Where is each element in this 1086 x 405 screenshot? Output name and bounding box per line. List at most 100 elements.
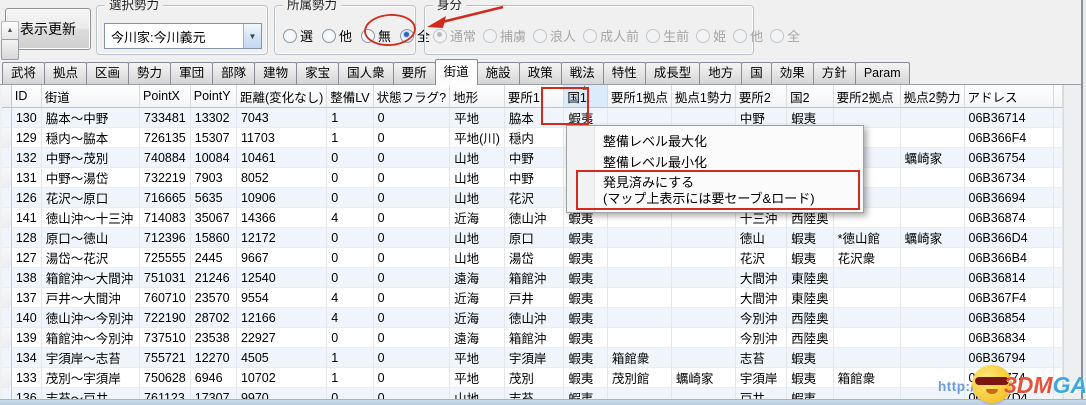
cell[interactable]: 湯岱〜花沢 <box>42 248 140 268</box>
row-header-cell[interactable] <box>2 148 12 168</box>
tab-item[interactable]: 方針 <box>813 62 856 84</box>
table-row[interactable]: 137戸井〜大間沖76071023570955440近海戸井蝦夷大間沖東陸奥06… <box>2 288 1063 308</box>
cell[interactable] <box>672 248 736 268</box>
cell[interactable]: 131 <box>12 168 42 188</box>
cell[interactable]: 山地 <box>450 168 505 188</box>
cell[interactable]: 平地(川) <box>450 128 505 148</box>
cell[interactable]: 06B36874 <box>965 208 1054 228</box>
cell[interactable]: 平地 <box>450 348 505 368</box>
cell[interactable]: 1 <box>327 128 373 148</box>
row-header-cell[interactable] <box>2 228 12 248</box>
row-header-cell[interactable] <box>2 128 12 148</box>
cell[interactable]: 近海 <box>450 288 505 308</box>
tab-item[interactable]: 街道 <box>435 59 478 85</box>
cell[interactable]: 127 <box>12 248 42 268</box>
table-row[interactable]: 130脇本〜中野73348113302704310平地脇本蝦夷中野蝦夷06B36… <box>2 108 1063 128</box>
cell[interactable]: 蠣崎家 <box>672 368 736 388</box>
cell[interactable]: 茂別館 <box>608 368 672 388</box>
cell[interactable]: 06B36814 <box>965 268 1054 288</box>
cell[interactable]: 10084 <box>191 148 237 168</box>
scrollbar-thumb[interactable] <box>1 39 19 60</box>
cell[interactable] <box>901 248 965 268</box>
tab-item[interactable]: 区画 <box>86 62 129 84</box>
cell[interactable]: 06B36754 <box>965 148 1054 168</box>
menu-item[interactable]: 発見済みにする(マップ上表示には要セーブ&ロード) <box>567 172 863 210</box>
cell[interactable]: 133 <box>12 368 42 388</box>
cell[interactable]: 7043 <box>237 108 327 128</box>
cell[interactable]: 10702 <box>237 368 327 388</box>
cell[interactable] <box>901 128 965 148</box>
tab-item[interactable]: 国人衆 <box>338 62 394 84</box>
cell[interactable] <box>608 268 672 288</box>
cell[interactable]: 花沢衆 <box>834 248 901 268</box>
cell[interactable]: 徳山沖 <box>505 208 564 228</box>
cell[interactable]: 4 <box>327 208 373 228</box>
cell[interactable]: 23570 <box>191 288 237 308</box>
cell[interactable]: 穏内〜脇本 <box>42 128 140 148</box>
cell[interactable]: 箱館衆 <box>608 348 672 368</box>
cell[interactable]: 0 <box>327 328 373 348</box>
cell[interactable]: 蝦夷 <box>564 328 608 348</box>
cell[interactable] <box>834 308 901 328</box>
tab-item[interactable]: 効果 <box>771 62 814 84</box>
tab-item[interactable]: 要所 <box>393 62 436 84</box>
cell[interactable]: 06B36834 <box>965 328 1054 348</box>
column-header[interactable]: 状態フラグ? <box>374 85 450 108</box>
cell[interactable]: 大間沖 <box>736 268 787 288</box>
cell[interactable]: 平地 <box>450 368 505 388</box>
cell[interactable]: 0 <box>374 288 450 308</box>
column-header[interactable]: 拠点2勢力 <box>901 85 965 108</box>
table-row[interactable]: 128原口〜徳山712396158601217200山地原口蝦夷徳山蝦夷*徳山館… <box>2 228 1063 248</box>
cell[interactable]: 志苔 <box>736 348 787 368</box>
cell[interactable] <box>672 228 736 248</box>
cell[interactable] <box>901 328 965 348</box>
cell[interactable]: 蝦夷 <box>564 248 608 268</box>
cell[interactable]: 湯岱 <box>505 248 564 268</box>
cell[interactable]: 140 <box>12 308 42 328</box>
cell[interactable]: 0 <box>327 268 373 288</box>
menu-item[interactable]: 整備レベル最小化 <box>567 151 863 172</box>
cell[interactable] <box>672 308 736 328</box>
cell[interactable]: 蠣崎家 <box>901 148 965 168</box>
cell[interactable]: 平地 <box>450 108 505 128</box>
tab-item[interactable]: 軍団 <box>170 62 213 84</box>
cell[interactable]: 755721 <box>140 348 191 368</box>
table-row[interactable]: 138箱館沖〜大間沖751031212461254000遠海箱館沖蝦夷大間沖東陸… <box>2 268 1063 288</box>
table-row[interactable]: 133茂別〜宇須岸75062869461070210平地茂別蝦夷茂別館蠣崎家宇須… <box>2 368 1063 388</box>
row-header-cell[interactable] <box>2 248 12 268</box>
column-header[interactable]: ID <box>12 85 42 108</box>
cell[interactable]: 徳山沖〜十三沖 <box>42 208 140 228</box>
row-header-cell[interactable] <box>2 308 12 328</box>
cell[interactable]: 西陸奥 <box>787 328 834 348</box>
cell[interactable]: 4505 <box>237 348 327 368</box>
cell[interactable]: 蝦夷 <box>564 308 608 328</box>
cell[interactable]: 06B36854 <box>965 308 1054 328</box>
cell[interactable]: 花沢〜原口 <box>42 188 140 208</box>
tab-item[interactable]: 施設 <box>477 62 520 84</box>
cell[interactable]: 近海 <box>450 208 505 228</box>
cell[interactable]: 蠣崎家 <box>901 228 965 248</box>
cell[interactable]: 徳山沖〜今別沖 <box>42 308 140 328</box>
column-header[interactable]: 要所2 <box>736 85 787 108</box>
column-header[interactable]: PointX <box>140 85 191 108</box>
cell[interactable]: 近海 <box>450 308 505 328</box>
cell[interactable] <box>901 208 965 228</box>
cell[interactable]: 137 <box>12 288 42 308</box>
cell[interactable]: 宇須岸〜志苔 <box>42 348 140 368</box>
cell[interactable]: 箱館沖 <box>505 268 564 288</box>
cell[interactable]: 0 <box>374 328 450 348</box>
cell[interactable]: 0 <box>374 108 450 128</box>
cell[interactable]: 徳山沖 <box>505 308 564 328</box>
radio-option[interactable]: 選 <box>283 26 313 45</box>
cell[interactable] <box>608 288 672 308</box>
cell[interactable] <box>901 188 965 208</box>
cell[interactable]: 9667 <box>237 248 327 268</box>
cell[interactable]: 714083 <box>140 208 191 228</box>
column-header[interactable]: 地形 <box>450 85 505 108</box>
cell[interactable]: 2445 <box>191 248 237 268</box>
cell[interactable] <box>901 108 965 128</box>
cell[interactable]: 0 <box>374 128 450 148</box>
cell[interactable]: 128 <box>12 228 42 248</box>
table-row[interactable]: 141徳山沖〜十三沖714083350671436640近海徳山沖蝦夷十三沖西陸… <box>2 208 1063 228</box>
cell[interactable]: 15860 <box>191 228 237 248</box>
